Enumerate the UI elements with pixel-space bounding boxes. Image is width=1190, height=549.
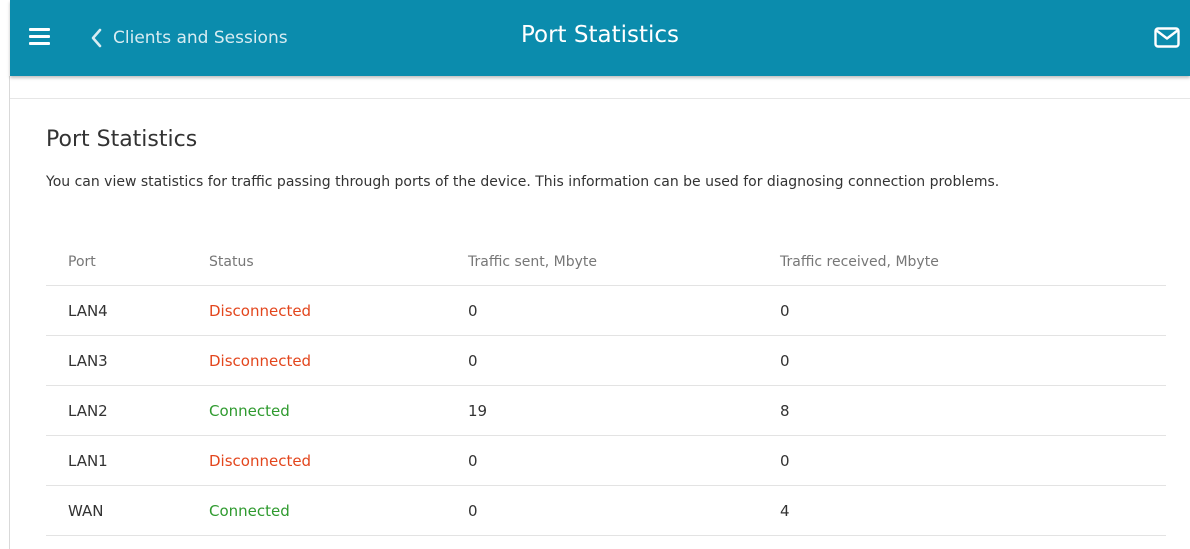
section-divider <box>10 98 1190 99</box>
column-header-traffic-received: Traffic received, Mbyte <box>780 254 939 270</box>
traffic-sent-cell: 19 <box>468 402 488 420</box>
status-cell: Disconnected <box>209 452 312 470</box>
status-cell: Connected <box>209 402 290 420</box>
top-navigation-bar: Clients and Sessions Port Statistics <box>10 0 1190 76</box>
port-cell: LAN1 <box>68 452 108 470</box>
traffic-received-cell: 0 <box>780 302 790 320</box>
back-link-label[interactable]: Clients and Sessions <box>113 28 288 48</box>
column-header-status: Status <box>209 254 254 270</box>
traffic-received-cell: 4 <box>780 502 790 520</box>
port-cell: LAN2 <box>68 402 108 420</box>
envelope-icon[interactable] <box>1154 27 1180 48</box>
table-row: LAN1 Disconnected 0 0 <box>46 436 1166 486</box>
content-description: You can view statistics for traffic pass… <box>46 174 1000 190</box>
table-header-row: Port Status Traffic sent, Mbyte Traffic … <box>46 236 1166 286</box>
back-link[interactable]: Clients and Sessions <box>90 26 288 50</box>
content-title: Port Statistics <box>46 127 198 152</box>
port-cell: LAN4 <box>68 302 108 320</box>
page-left-border <box>9 76 10 549</box>
traffic-received-cell: 0 <box>780 452 790 470</box>
column-header-traffic-sent: Traffic sent, Mbyte <box>468 254 598 270</box>
hamburger-menu-icon[interactable] <box>29 28 50 46</box>
table-row: LAN4 Disconnected 0 0 <box>46 286 1166 336</box>
table-row: LAN3 Disconnected 0 0 <box>46 336 1166 386</box>
traffic-received-cell: 0 <box>780 352 790 370</box>
traffic-sent-cell: 0 <box>468 502 478 520</box>
traffic-received-cell: 8 <box>780 402 790 420</box>
traffic-sent-cell: 0 <box>468 302 478 320</box>
traffic-sent-cell: 0 <box>468 352 478 370</box>
status-cell: Connected <box>209 502 290 520</box>
page-header-title: Port Statistics <box>520 22 680 48</box>
chevron-left-icon <box>91 28 102 48</box>
traffic-sent-cell: 0 <box>468 452 478 470</box>
status-cell: Disconnected <box>209 352 312 370</box>
table-row: LAN2 Connected 19 8 <box>46 386 1166 436</box>
port-cell: WAN <box>68 502 104 520</box>
status-cell: Disconnected <box>209 302 312 320</box>
port-statistics-table: Port Status Traffic sent, Mbyte Traffic … <box>46 236 1166 536</box>
table-row: WAN Connected 0 4 <box>46 486 1166 536</box>
port-cell: LAN3 <box>68 352 108 370</box>
column-header-port: Port <box>68 254 96 270</box>
